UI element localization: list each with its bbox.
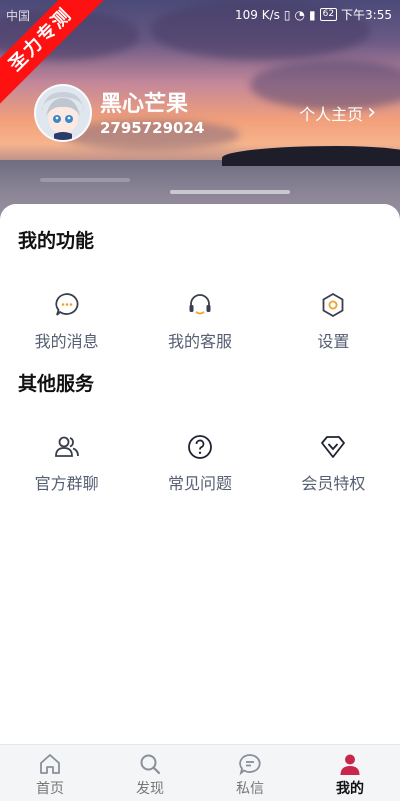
wifi-icon: ◔ [294, 7, 305, 22]
customer-service-button[interactable]: 我的客服 [133, 292, 266, 352]
nav-label-home: 首页 [36, 781, 64, 797]
faq-button[interactable]: 常见问题 [133, 434, 266, 494]
nav-tab-home[interactable]: 首页 [0, 745, 100, 801]
hexagon-gear-icon [320, 292, 346, 318]
faq-label: 常见问题 [167, 474, 232, 493]
network-speed: 109 K/s [235, 7, 280, 22]
personal-homepage-link[interactable]: 个人主页 › [299, 101, 376, 125]
carrier-label: 中国 [6, 9, 31, 23]
nav-label-discover: 发现 [136, 781, 164, 797]
question-circle-icon [187, 434, 213, 460]
chat-bubble-icon [54, 292, 80, 318]
group-users-icon [54, 434, 80, 460]
island [222, 146, 400, 166]
wave [40, 178, 130, 182]
other-services-grid: 官方群聊 常见问题 会员特权 [0, 434, 400, 494]
official-group-chat-label: 官方群聊 [34, 474, 99, 493]
customer-service-label: 我的客服 [167, 332, 232, 351]
my-messages-label: 我的消息 [34, 332, 99, 351]
personal-homepage-label: 个人主页 [299, 105, 364, 124]
section-title-other-services: 其他服务 [18, 373, 95, 395]
chevron-right-icon: › [367, 100, 376, 125]
settings-label: 设置 [317, 332, 350, 351]
home-icon [38, 752, 62, 776]
search-icon [138, 752, 162, 776]
avatar[interactable] [34, 84, 92, 142]
content-panel: 我的功能 我的消息 我的客服 设置 其他服务 官方群聊 常见问题 会员特权 [0, 204, 400, 744]
my-functions-grid: 我的消息 我的客服 设置 [0, 292, 400, 352]
avatar-image [36, 86, 90, 140]
nav-label-messages: 私信 [236, 781, 264, 797]
profile-icon [338, 752, 362, 776]
nav-tab-mine[interactable]: 我的 [300, 745, 400, 801]
clock: 下午3:55 [341, 8, 392, 22]
nav-tab-messages[interactable]: 私信 [200, 745, 300, 801]
vip-privileges-label: 会员特权 [301, 474, 366, 493]
diamond-icon [320, 434, 346, 460]
headset-icon [187, 292, 213, 318]
section-title-my-functions: 我的功能 [18, 230, 95, 252]
username: 黑心芒果 [100, 92, 189, 117]
settings-button[interactable]: 设置 [267, 292, 400, 352]
signal-icon: ▮ [308, 7, 316, 22]
wave [170, 190, 290, 194]
my-messages-button[interactable]: 我的消息 [0, 292, 133, 352]
vibrate-icon: ▯ [283, 7, 291, 22]
nav-tab-discover[interactable]: 发现 [100, 745, 200, 801]
message-icon [238, 752, 262, 776]
vip-privileges-button[interactable]: 会员特权 [267, 434, 400, 494]
official-group-chat-button[interactable]: 官方群聊 [0, 434, 133, 494]
user-id: 2795729024 [100, 119, 205, 137]
battery-icon: 62 [319, 8, 338, 21]
bottom-navigation: 首页 发现 私信 我的 [0, 744, 400, 801]
nav-label-mine: 我的 [336, 781, 364, 797]
